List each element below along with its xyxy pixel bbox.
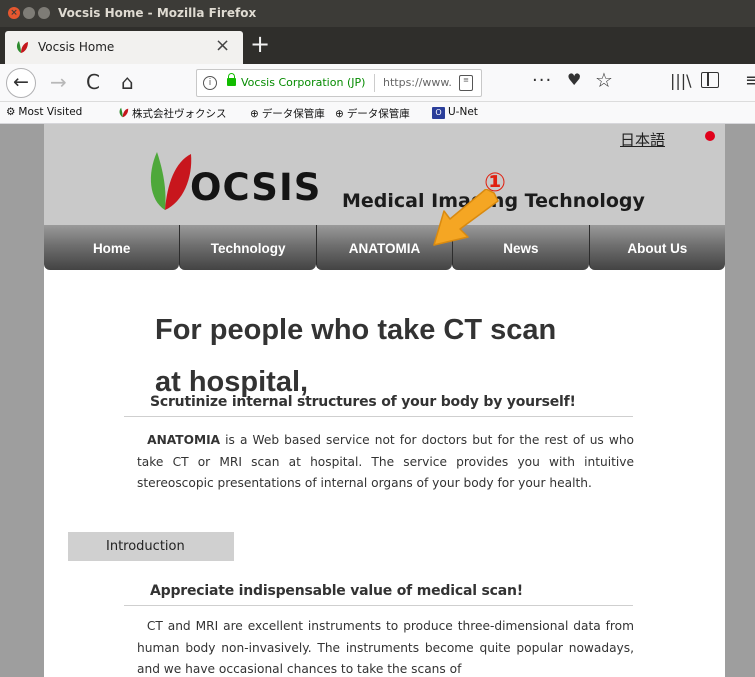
home-button[interactable]: ⌂: [121, 70, 134, 94]
bookmarks-toolbar: ⚙ Most Visited 株式会社ヴォクシス ⊕ データ保管庫 ⊕ データ保管庫 …: [0, 102, 755, 124]
site-info-icon[interactable]: i: [203, 76, 217, 90]
url-separator: [374, 74, 375, 92]
new-tab-button[interactable]: +: [250, 30, 270, 58]
site-identity[interactable]: Vocsis Corporation (JP): [241, 76, 365, 89]
tab-close-icon[interactable]: ×: [215, 36, 230, 56]
gear-icon: ⚙: [6, 106, 16, 118]
window-minimize-button[interactable]: [23, 7, 35, 19]
bookmark-most-visited[interactable]: ⚙ Most Visited: [6, 106, 82, 118]
bookmark-star-icon[interactable]: ☆: [595, 68, 613, 92]
page-headline: For people who take CT scan at hospital,: [155, 304, 655, 408]
window-maximize-button[interactable]: [38, 7, 50, 19]
pocket-icon[interactable]: ♥: [567, 70, 581, 89]
headline-line-1: For people who take CT scan: [155, 314, 557, 346]
anatomia-bold-text: ANATOMIA: [147, 433, 221, 447]
tab-vocsis-home[interactable]: Vocsis Home ×: [5, 31, 243, 64]
bookmark-label: 株式会社ヴォクシス: [132, 108, 227, 120]
medical-scan-paragraph-text: CT and MRI are excellent instruments to …: [137, 619, 634, 676]
bookmark-unet[interactable]: O U-Net: [432, 106, 478, 119]
menu-about-us[interactable]: About Us: [588, 225, 726, 270]
annotation-arrow-icon: [433, 189, 499, 246]
window-title-bar: × Vocsis Home - Mozilla Firefox: [0, 0, 755, 27]
window-title: Vocsis Home - Mozilla Firefox: [58, 6, 257, 20]
page-viewport: 日本語 OCSIS Medical Imaging Technology Hom…: [0, 124, 755, 677]
main-menu: Home Technology ANATOMIA News About Us: [44, 225, 726, 270]
reader-view-icon[interactable]: ≡: [459, 75, 473, 91]
divider: [124, 605, 633, 606]
vocsis-favicon-icon: [16, 41, 28, 53]
back-button[interactable]: ←: [6, 68, 36, 98]
globe-icon: ⊕: [250, 108, 259, 120]
url-text[interactable]: https://www.: [383, 76, 453, 89]
library-icon[interactable]: |||\: [670, 71, 692, 90]
menu-technology[interactable]: Technology: [179, 225, 316, 270]
introduction-tab[interactable]: Introduction: [68, 532, 234, 561]
vocsis-logo-icon[interactable]: [143, 148, 193, 212]
subheading-appreciate: Appreciate indispensable value of medica…: [150, 583, 523, 599]
subheading-scrutinize: Scrutinize internal structures of your b…: [150, 394, 576, 410]
page-actions-icon[interactable]: ···: [532, 70, 552, 91]
url-bar[interactable]: i Vocsis Corporation (JP) https://www. ≡: [196, 69, 482, 97]
unet-icon: O: [432, 107, 445, 119]
tab-title: Vocsis Home: [38, 40, 115, 54]
tab-strip: Vocsis Home × +: [0, 27, 755, 64]
bookmark-data-storage-1[interactable]: ⊕ データ保管庫: [250, 106, 325, 121]
vocsis-logo-text[interactable]: OCSIS: [190, 168, 321, 208]
hamburger-menu-icon[interactable]: ≡: [745, 70, 755, 91]
forward-button[interactable]: →: [50, 70, 67, 94]
medical-scan-paragraph: CT and MRI are excellent instruments to …: [137, 616, 634, 677]
lock-icon: [227, 73, 236, 86]
sidebar-icon[interactable]: [701, 72, 719, 88]
bookmark-label: データ保管庫: [346, 108, 410, 120]
japan-flag-icon[interactable]: [705, 131, 715, 141]
bookmark-label: データ保管庫: [261, 108, 325, 120]
intro-paragraph: ANATOMIA is a Web based service not for …: [137, 430, 634, 495]
window-close-button[interactable]: ×: [8, 7, 20, 19]
globe-icon: ⊕: [335, 108, 344, 120]
divider: [124, 416, 633, 417]
language-link-japanese[interactable]: 日本語: [620, 129, 665, 150]
vocsis-favicon-icon: [119, 107, 129, 118]
bookmark-label: U-Net: [448, 106, 478, 118]
navigation-toolbar: ← → C ⌂ i Vocsis Corporation (JP) https:…: [0, 64, 755, 102]
bookmark-data-storage-2[interactable]: ⊕ データ保管庫: [335, 106, 410, 121]
menu-home[interactable]: Home: [44, 225, 180, 270]
bookmark-vocsis-jp[interactable]: 株式会社ヴォクシス: [118, 106, 227, 121]
reload-button[interactable]: C: [86, 70, 100, 94]
bookmark-label: Most Visited: [18, 106, 83, 118]
